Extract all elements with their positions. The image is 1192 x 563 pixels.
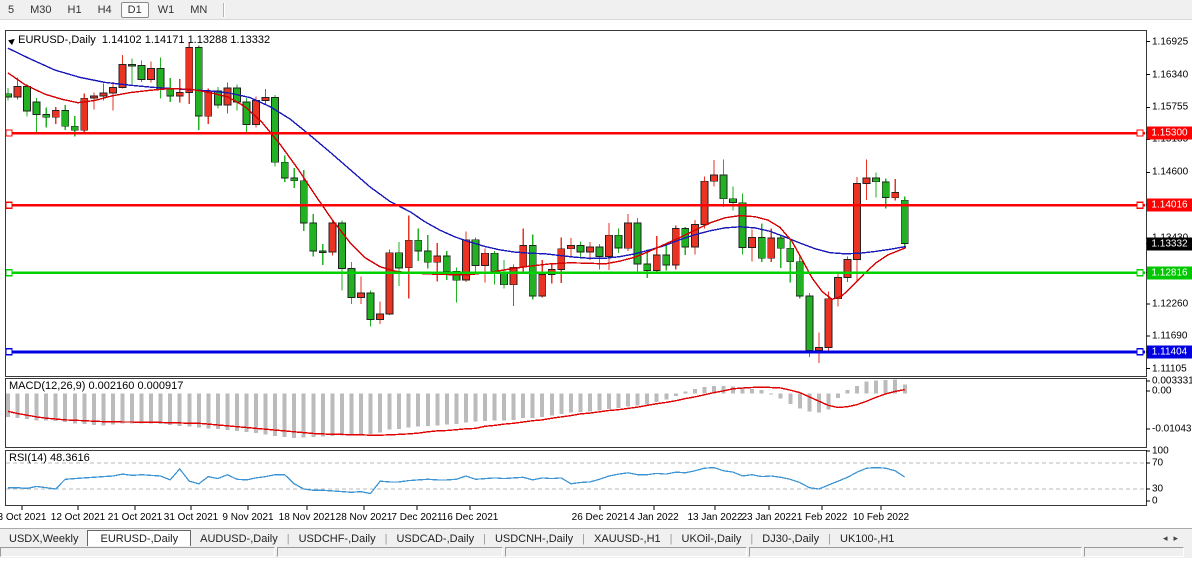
price-axis-label: 1.12260 xyxy=(1152,298,1188,309)
price-axis-label: 1.15755 xyxy=(1152,102,1188,113)
macd-main-value: 0.002160 xyxy=(88,380,134,392)
ohlc-close: 1.13332 xyxy=(230,34,270,46)
date-axis-label: 16 Dec 2021 xyxy=(442,512,499,523)
macd-signal-value: 0.000917 xyxy=(137,380,183,392)
indicator-axis-label: 100 xyxy=(1152,446,1169,457)
date-axis-label: 4 Jan 2022 xyxy=(629,512,679,523)
ohlc-open: 1.14102 xyxy=(102,34,142,46)
chart-symbol: EURUSD-,Daily xyxy=(18,34,96,46)
chart-canvas[interactable] xyxy=(0,0,1192,563)
date-axis-label: 18 Nov 2021 xyxy=(279,512,336,523)
price-axis-label: 1.11690 xyxy=(1152,330,1187,341)
price-axis-label: 1.11105 xyxy=(1152,363,1187,374)
price-badge: 1.14016 xyxy=(1147,199,1192,212)
date-axis-label: 31 Oct 2021 xyxy=(164,512,218,523)
date-axis-label: 9 Nov 2021 xyxy=(222,512,273,523)
date-axis-label: 10 Feb 2022 xyxy=(853,512,909,523)
date-axis-label: 26 Dec 2021 xyxy=(572,512,629,523)
price-badge: 1.11404 xyxy=(1147,345,1192,358)
mt4-terminal: { "toolbar": { "timeframes": ["5","M30",… xyxy=(0,0,1192,558)
chart-marker-icon: ▶ xyxy=(7,35,18,46)
price-badge: 1.13332 xyxy=(1147,237,1192,250)
indicator-axis-label: 30 xyxy=(1152,484,1163,495)
chart-title: ▶EURUSD-,Daily 1.14102 1.14171 1.13288 1… xyxy=(9,34,270,46)
date-axis-label: 12 Oct 2021 xyxy=(51,512,105,523)
date-axis-label: 13 Jan 2022 xyxy=(687,512,742,523)
ohlc-high: 1.14171 xyxy=(145,34,185,46)
price-axis-label: 1.16925 xyxy=(1152,36,1188,47)
price-axis-label: 1.16340 xyxy=(1152,69,1188,80)
price-badge: 1.15300 xyxy=(1147,127,1192,140)
price-badge: 1.12816 xyxy=(1147,266,1192,279)
ohlc-low: 1.13288 xyxy=(188,34,228,46)
indicator-axis-label: -0.010439 xyxy=(1152,424,1192,435)
rsi-label: RSI(14) 48.3616 xyxy=(9,452,90,464)
price-axis-label: 1.14600 xyxy=(1152,167,1188,178)
macd-label: MACD(12,26,9) 0.002160 0.000917 xyxy=(9,380,183,392)
indicator-axis-label: 0 xyxy=(1152,496,1158,507)
rsi-value: 48.3616 xyxy=(50,452,90,464)
date-axis-label: 23 Jan 2022 xyxy=(741,512,796,523)
date-axis-label: 28 Nov 2021 xyxy=(336,512,393,523)
indicator-axis-label: 0.00 xyxy=(1152,386,1171,397)
indicator-axis-label: 70 xyxy=(1152,458,1163,469)
date-axis-label: 7 Dec 2021 xyxy=(391,512,442,523)
date-axis-label: 3 Oct 2021 xyxy=(0,512,46,523)
date-axis-label: 21 Oct 2021 xyxy=(108,512,162,523)
date-axis-label: 1 Feb 2022 xyxy=(797,512,848,523)
